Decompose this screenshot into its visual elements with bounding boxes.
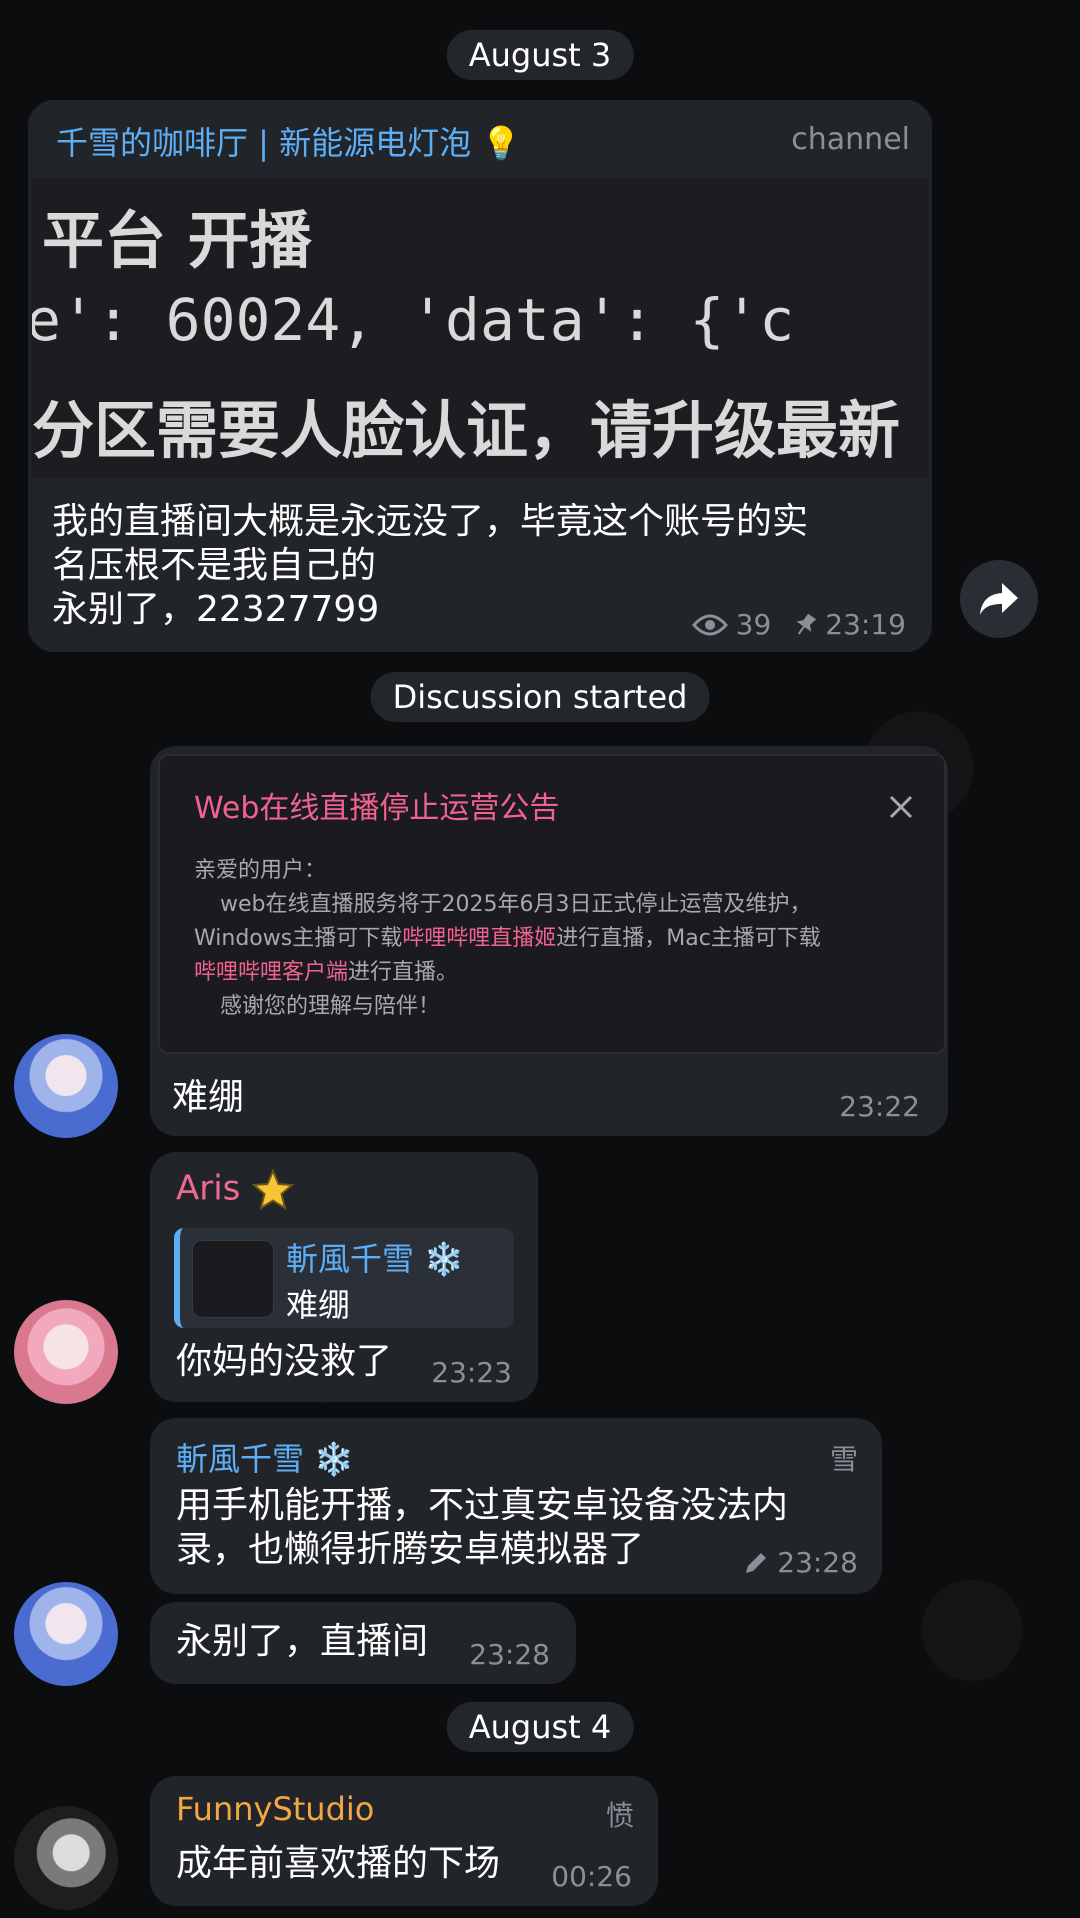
channel-post[interactable]: 千雪的咖啡厅 | 新能源电灯泡 💡 channel 平台 开播 e': 6002… [28,100,932,652]
sender-tag: 雪 [829,1443,858,1476]
message-bubble[interactable]: 斬風千雪 ❄️ 雪 用手机能开播，不过真安卓设备没法内 录，也懒得折腾安卓模拟器… [150,1418,882,1594]
avatar[interactable] [14,1806,118,1910]
view-count: 39 [735,608,772,641]
avatar[interactable] [14,1034,118,1138]
message-text: 永别了，直播间 [176,1621,429,1662]
post-text-line: 我的直播间大概是永远没了，毕竟这个账号的实 [52,501,809,542]
avatar[interactable] [14,1582,118,1686]
date-pill: August 3 [446,30,634,80]
notice-text: Windows主播可下载 [194,926,403,951]
image-line-2: e': 60024, 'data': {'c [32,286,795,354]
message-text: 成年前喜欢播的下场 [176,1843,501,1884]
notice-line: Windows主播可下载哔哩哔哩直播姬进行直播，Mac主播可下载 [194,922,821,956]
post-image[interactable]: 平台 开播 e': 60024, 'data': {'c 分区需要人脸认证，请升… [32,178,928,478]
post-time: 23:19 [825,608,906,641]
message-text: 难绷 [172,1077,245,1118]
message-time: 23:23 [431,1356,512,1389]
chat-view: August 3 千雪的咖啡厅 | 新能源电灯泡 💡 channel 平台 开播… [0,0,1080,1918]
notice-link[interactable]: 哔哩哔哩直播姬 [402,926,556,951]
close-icon [889,795,913,819]
message-bubble[interactable]: Aris 斬風千雪 ❄️ 难绷 你妈的没救了 23:23 [150,1152,538,1402]
star-icon [251,1168,295,1211]
message-text: 用手机能开播，不过真安卓设备没法内 录，也懒得折腾安卓模拟器了 [176,1484,788,1572]
pin-icon [796,613,817,635]
avatar[interactable] [14,1300,118,1404]
post-text-line: 名压根不是我自己的 [52,545,377,586]
reply-thumbnail [192,1240,274,1318]
reply-name: 斬風千雪 ❄️ [286,1234,464,1280]
notice-line: 亲爱的用户： [194,858,327,883]
notice-image[interactable]: Web在线直播停止运营公告 亲爱的用户： web在线直播服务将于2025年6月3… [158,754,946,1054]
discussion-started-pill: Discussion started [370,672,710,722]
forward-icon [980,583,1018,615]
sender-name[interactable]: Aris [176,1168,295,1212]
image-line-3: 分区需要人脸认证，请升级最新 [32,394,901,467]
notice-line: 哔哩哔哩客户端进行直播。 [194,956,458,990]
notice-text: 进行直播，Mac主播可下载 [556,926,821,951]
sender-name-text[interactable]: Aris [176,1169,240,1209]
forward-button[interactable] [960,560,1038,638]
pencil-icon [746,1552,767,1573]
message-bubble[interactable]: Web在线直播停止运营公告 亲爱的用户： web在线直播服务将于2025年6月3… [150,746,948,1136]
notice-line: 感谢您的理解与陪伴！ [220,994,441,1019]
message-time-text: 23:28 [777,1546,858,1579]
notice-title: Web在线直播停止运营公告 [194,791,560,826]
notice-text: 进行直播。 [348,960,459,985]
image-line-1: 平台 开播 [42,204,312,277]
post-meta: 39 23:19 [691,608,906,641]
message-bubble[interactable]: FunnyStudio 愤 成年前喜欢播的下场 00:26 [150,1776,658,1906]
reply-text: 难绷 [286,1286,351,1324]
message-time: 23:22 [839,1090,920,1123]
date-pill: August 4 [446,1702,634,1752]
message-text: 你妈的没救了 [176,1341,393,1382]
notice-line: web在线直播服务将于2025年6月3日正式停止运营及维护， [220,892,812,917]
message-text-line: 用手机能开播，不过真安卓设备没法内 [176,1485,789,1526]
message-text-line: 录，也懒得折腾安卓模拟器了 [176,1529,645,1570]
message-bubble[interactable]: 永别了，直播间 23:28 [150,1602,576,1684]
sender-tag: 愤 [605,1799,634,1832]
reply-name-text: 斬風千雪 ❄️ [286,1240,465,1278]
channel-badge: channel [791,122,910,157]
sender-name[interactable]: FunnyStudio [176,1790,374,1828]
eye-icon [691,614,728,635]
sender-name[interactable]: 斬風千雪 ❄️ [176,1434,354,1480]
message-time: 00:26 [551,1860,632,1893]
message-time-edited: 23:28 [743,1546,858,1579]
notice-link[interactable]: 哔哩哔哩客户端 [194,960,348,985]
reply-preview[interactable]: 斬風千雪 ❄️ 难绷 [174,1228,514,1328]
message-time: 23:28 [469,1638,550,1671]
channel-name[interactable]: 千雪的咖啡厅 | 新能源电灯泡 💡 [56,118,521,164]
